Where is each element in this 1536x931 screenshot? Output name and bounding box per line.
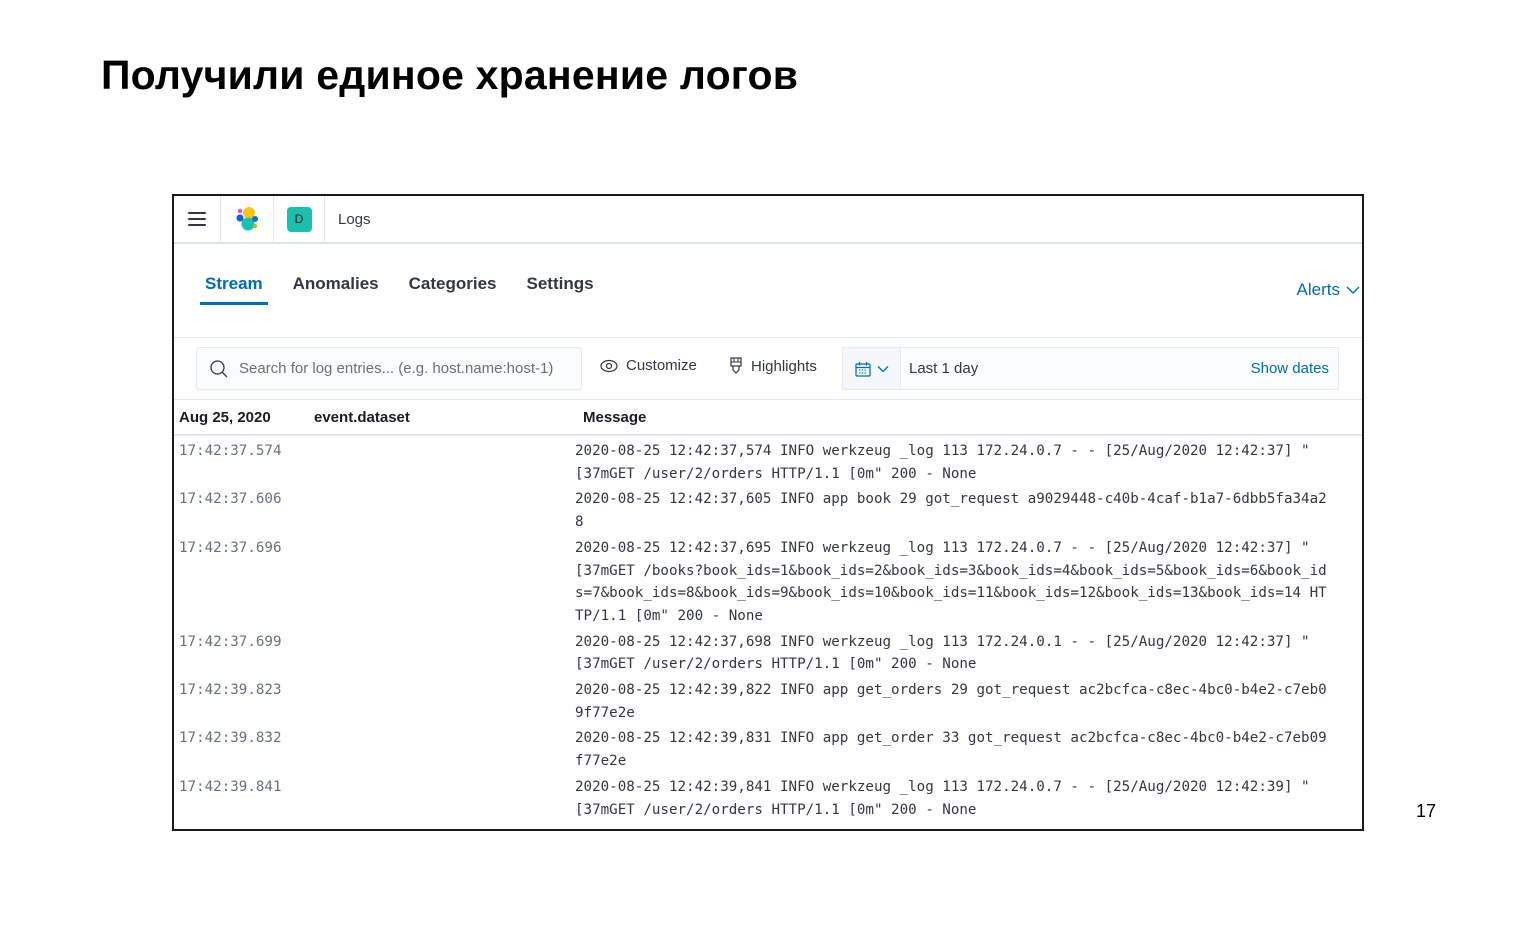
log-entry-row[interactable]: 17:42:37.574 2020-08-25 12:42:37,574 INF… [174,440,1362,488]
log-entry-row[interactable]: 17:42:39.823 2020-08-25 12:42:39,822 INF… [174,679,1362,727]
highlights-button[interactable]: Highlights [729,357,817,375]
hamburger-menu-icon [188,212,206,226]
log-entry-row[interactable]: 17:42:37.696 2020-08-25 12:42:37,695 INF… [174,537,1362,631]
highlighter-icon [730,357,742,374]
column-header-event-dataset[interactable]: event.dataset [314,409,410,426]
log-message: 2020-08-25 12:42:37,574 INFO werkzeug _l… [575,443,1319,482]
log-entry-row[interactable]: 17:42:39.841 2020-08-25 12:42:39,841 INF… [174,776,1362,824]
kibana-logs-screenshot: D Logs Stream Anomalies Categories Setti… [172,194,1364,831]
log-entry-row[interactable]: 17:42:37.699 2020-08-25 12:42:37,698 INF… [174,631,1362,679]
space-selector[interactable]: D [274,196,325,242]
slide-title: Получили единое хранение логов [101,52,799,98]
log-timestamp: 17:42:37.699 [179,633,282,650]
log-entry-row[interactable]: 17:42:39.832 2020-08-25 12:42:39,831 INF… [174,727,1362,775]
chevron-down-icon [1346,286,1360,294]
elastic-logo-icon [236,207,258,231]
breadcrumb-logs[interactable]: Logs [325,211,371,228]
menu-button[interactable] [174,196,221,242]
customize-label: Customize [626,357,697,374]
log-timestamp: 17:42:39.841 [179,778,282,795]
customize-button[interactable]: Customize [600,357,697,374]
search-icon [210,359,228,377]
log-search-field[interactable] [196,347,582,390]
tab-settings[interactable]: Settings [522,274,599,305]
date-picker: Last 1 day Show dates [842,347,1339,390]
log-timestamp: 17:42:37.696 [179,539,282,556]
log-message: 2020-08-25 12:42:39,822 INFO app get_ord… [575,682,1327,721]
quick-select-button[interactable] [843,348,901,389]
column-header-message[interactable]: Message [583,409,646,426]
log-message: 2020-08-25 12:42:39,831 INFO app get_ord… [575,730,1327,770]
divider [174,399,1362,400]
divider [174,434,1362,436]
highlights-label: Highlights [751,357,817,375]
calendar-icon [854,361,871,377]
log-message: 2020-08-25 12:42:39,841 INFO werkzeug _l… [575,778,1319,818]
log-timestamp: 17:42:39.832 [179,730,282,747]
space-avatar: D [286,206,312,232]
alerts-label: Alerts [1296,280,1340,299]
alerts-menu-button[interactable]: Alerts [1297,280,1360,300]
logs-tabs: Stream Anomalies Categories Settings [200,274,619,305]
log-message: 2020-08-25 12:42:37,695 INFO werkzeug _l… [575,539,1327,624]
log-entry-row[interactable]: 17:42:37.606 2020-08-25 12:42:37,605 INF… [174,488,1362,536]
log-message: 2020-08-25 12:42:37,698 INFO werkzeug _l… [575,633,1319,673]
show-dates-button[interactable]: Show dates [1251,360,1338,377]
chevron-down-icon [877,365,888,372]
tab-categories[interactable]: Categories [404,274,502,305]
log-stream: 17:42:37.574 2020-08-25 12:42:37,574 INF… [174,440,1362,824]
log-timestamp: 17:42:39.823 [179,682,282,699]
log-timestamp: 17:42:37.574 [179,443,282,459]
date-range-value[interactable]: Last 1 day [901,360,1251,377]
log-timestamp: 17:42:37.606 [179,491,282,508]
page-number: 17 [1416,801,1437,821]
home-logo-button[interactable] [221,196,274,242]
column-header-timestamp[interactable]: Aug 25, 2020 [179,409,271,426]
divider [174,337,1362,338]
log-search-input[interactable] [239,360,569,377]
eye-icon [600,359,618,372]
log-message: 2020-08-25 12:42:37,605 INFO app book 29… [575,491,1327,531]
app-header: D Logs [174,196,1362,244]
tab-stream[interactable]: Stream [200,274,268,305]
tab-anomalies[interactable]: Anomalies [288,274,384,305]
